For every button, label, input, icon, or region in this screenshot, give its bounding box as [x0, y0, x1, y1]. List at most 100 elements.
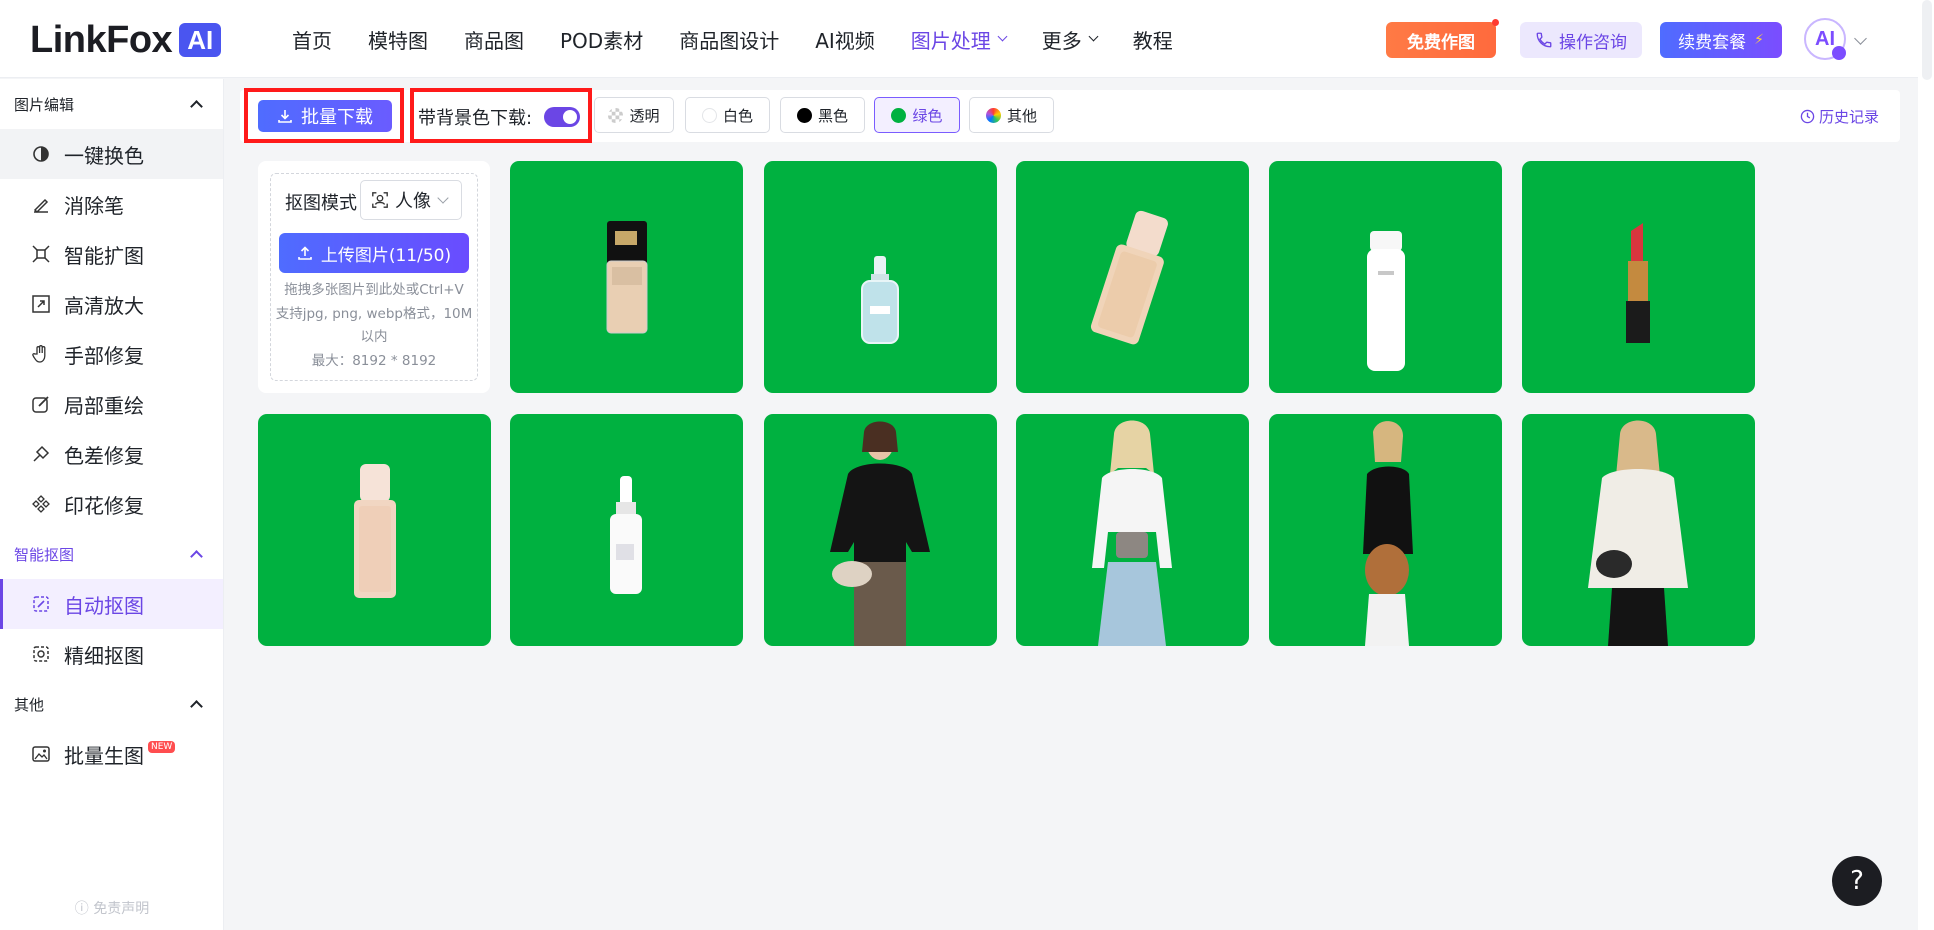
batch-download-button[interactable]: 批量下载 — [258, 100, 392, 132]
foundation-tilted-illustration — [1090, 210, 1168, 345]
sidebar-item-batch-generate[interactable]: 批量生图 NEW — [0, 729, 223, 779]
bg-option-green[interactable]: 绿色 — [874, 97, 960, 133]
scrollbar-thumb[interactable] — [1922, 0, 1932, 80]
sidebar-item-pattern-fix[interactable]: 印花修复 — [0, 479, 223, 529]
free-create-button[interactable]: 免费作图 — [1386, 19, 1499, 58]
sidebar-item-auto-cutout[interactable]: 自动抠图 — [0, 579, 223, 629]
nav-home-label: 首页 — [292, 28, 332, 53]
sidebar-item-color-fix[interactable]: 色差修复 — [0, 429, 223, 479]
bg-download-toggle[interactable] — [544, 107, 580, 127]
serum-white-illustration — [610, 476, 642, 594]
scrollbar-track[interactable] — [1918, 0, 1934, 930]
nav-product-image-label: 商品图 — [464, 28, 524, 53]
sidebar-group-image-edit[interactable]: 图片编辑 — [0, 79, 223, 129]
sidebar-item-eraser[interactable]: 消除笔 — [0, 179, 223, 229]
sidebar-item-label: 手部修复 — [64, 343, 144, 368]
eraser-pen-icon — [30, 193, 52, 215]
sidebar-item-expand[interactable]: 智能扩图 — [0, 229, 223, 279]
cutout-mode-select[interactable]: 人像 — [360, 180, 462, 220]
avatar-initials: AI — [1815, 27, 1835, 50]
result-image-white-lotion[interactable] — [1269, 161, 1502, 393]
nav-home[interactable]: 首页 — [292, 25, 332, 54]
result-image-model-black-top[interactable] — [764, 414, 997, 646]
batch-download-label: 批量下载 — [301, 107, 373, 128]
history-link[interactable]: 历史记录 — [1800, 106, 1879, 127]
result-image-model-white-top[interactable] — [1016, 414, 1249, 646]
color-swap-icon — [30, 143, 52, 165]
bolt-icon: ⚡ — [1754, 32, 1764, 48]
main-nav: 首页 模特图 商品图 POD素材 商品图设计 AI视频 图片处理 更多 教程 — [292, 0, 1209, 78]
brand-ai-badge: AI — [179, 23, 222, 57]
upload-image-label: 上传图片(11/50) — [320, 245, 452, 266]
sidebar-item-label: 局部重绘 — [64, 393, 144, 418]
sidebar-item-label: 自动抠图 — [64, 593, 144, 618]
upload-image-button[interactable]: 上传图片(11/50) — [279, 233, 469, 273]
color-fix-icon — [30, 443, 52, 465]
nav-model-image[interactable]: 模特图 — [368, 25, 428, 54]
nav-product-design-label: 商品图设计 — [679, 28, 780, 53]
consult-label: 操作咨询 — [1559, 32, 1627, 53]
result-image-model-white-shirt[interactable] — [1522, 414, 1755, 646]
sidebar-item-label: 精细抠图 — [64, 643, 144, 668]
nav-ai-video[interactable]: AI视频 — [815, 25, 875, 54]
sidebar-item-inpaint[interactable]: 局部重绘 — [0, 379, 223, 429]
nav-tutorial[interactable]: 教程 — [1133, 25, 1173, 54]
transparent-checker-icon — [608, 107, 624, 123]
chevron-up-icon — [190, 700, 203, 713]
sidebar-item-upscale[interactable]: 高清放大 — [0, 279, 223, 329]
green-swatch-icon — [891, 107, 907, 123]
hand-icon — [30, 343, 52, 365]
user-avatar[interactable]: AI — [1804, 18, 1846, 60]
vip-crown-icon — [1832, 46, 1846, 60]
upscale-icon — [30, 293, 52, 315]
nav-product-image[interactable]: 商品图 — [464, 25, 524, 54]
result-image-serum-white[interactable] — [510, 414, 743, 646]
chevron-down-icon[interactable] — [1854, 32, 1867, 45]
upload-hint-line: 支持jpg, png, webp格式，10M — [275, 305, 473, 322]
result-image-foundation-pink[interactable] — [258, 414, 491, 646]
bg-option-other[interactable]: 其他 — [969, 97, 1054, 133]
sidebar-item-hand-fix[interactable]: 手部修复 — [0, 329, 223, 379]
renew-plan-button[interactable]: 续费套餐 ⚡ — [1660, 22, 1782, 58]
pattern-icon — [30, 493, 52, 515]
nav-pod-assets-label: POD素材 — [560, 28, 644, 53]
result-image-serum-dropper[interactable] — [764, 161, 997, 393]
result-image-model-brown-bag[interactable] — [1269, 414, 1502, 646]
result-image-lipstick[interactable] — [1522, 161, 1755, 393]
sidebar-item-color-swap[interactable]: 一键换色 — [0, 129, 223, 179]
nav-model-image-label: 模特图 — [368, 28, 428, 53]
chip-label: 透明 — [629, 106, 660, 125]
nav-more[interactable]: 更多 — [1042, 25, 1099, 54]
bg-option-black[interactable]: 黑色 — [780, 97, 865, 133]
disclaimer-link[interactable]: ⓘ 免责声明 — [0, 898, 224, 918]
chevron-down-icon — [1088, 31, 1099, 42]
help-button[interactable]: ? — [1832, 856, 1882, 906]
brand-logo[interactable]: LinkFox AI — [30, 21, 222, 59]
foundation-pink-illustration — [354, 464, 396, 598]
sidebar-group-other[interactable]: 其他 — [0, 679, 223, 729]
bg-option-transparent[interactable]: 透明 — [594, 97, 674, 133]
chip-label: 其他 — [1006, 106, 1037, 125]
history-label: 历史记录 — [1819, 108, 1880, 126]
result-image-foundation-tilted[interactable] — [1016, 161, 1249, 393]
nav-pod-assets[interactable]: POD素材 — [560, 25, 643, 54]
fine-cutout-icon — [30, 643, 52, 665]
sidebar-item-fine-cutout[interactable]: 精细抠图 — [0, 629, 223, 679]
sidebar-item-label: 高清放大 — [64, 293, 144, 318]
chevron-up-icon — [190, 100, 203, 113]
upload-icon — [298, 246, 312, 260]
sidebar-item-label: 印花修复 — [64, 493, 144, 518]
sidebar-group-smart-cutout[interactable]: 智能抠图 — [0, 529, 223, 579]
nav-image-processing[interactable]: 图片处理 — [911, 25, 1008, 54]
rainbow-swatch-icon — [985, 107, 1001, 123]
nav-product-design[interactable]: 商品图设计 — [679, 25, 779, 54]
nav-tutorial-label: 教程 — [1132, 28, 1173, 53]
bg-option-white[interactable]: 白色 — [685, 97, 770, 133]
consult-button[interactable]: 操作咨询 — [1520, 22, 1642, 58]
chip-label: 白色 — [722, 106, 753, 125]
top-header: LinkFox AI 首页 模特图 商品图 POD素材 商品图设计 AI视频 图… — [0, 0, 1934, 78]
lipstick-illustration — [1626, 223, 1650, 343]
nav-ai-video-label: AI视频 — [815, 28, 875, 53]
sidebar: 图片编辑 一键换色 消除笔 智能扩图 高清放大 手部修复 局部重绘 色差修复 印… — [0, 79, 224, 930]
result-image-foundation-black-cap[interactable] — [510, 161, 743, 393]
